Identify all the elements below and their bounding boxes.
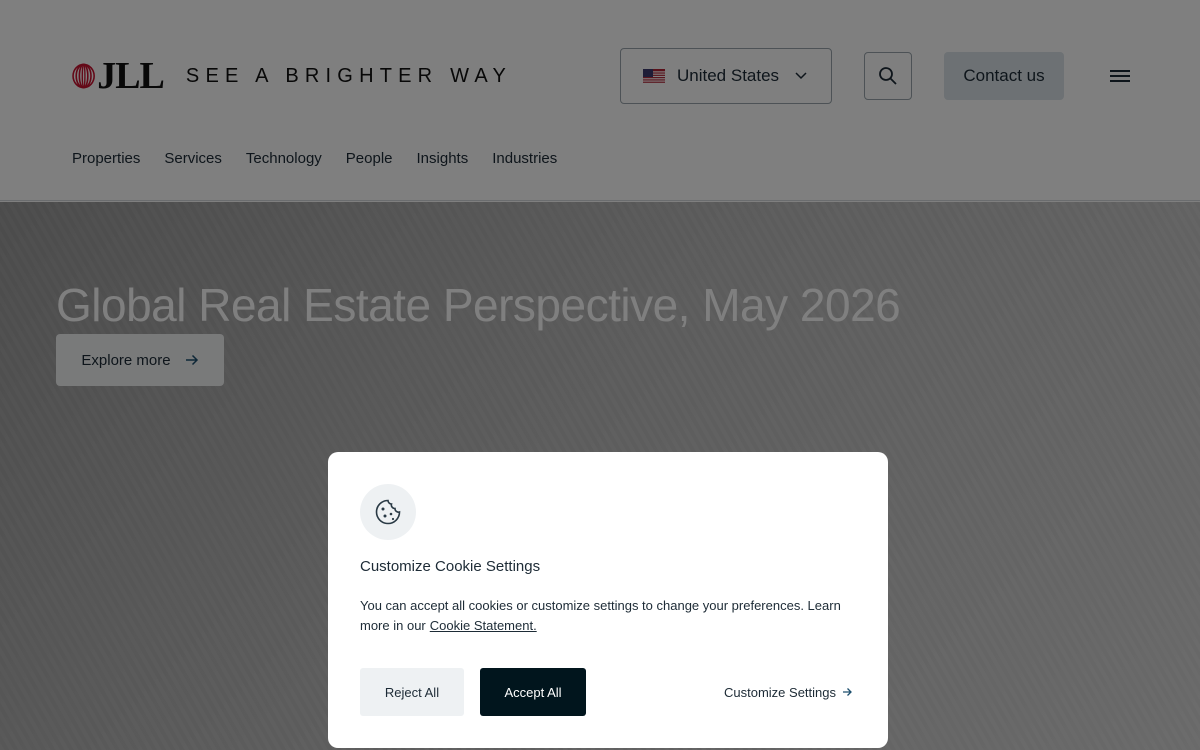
customize-settings-link[interactable]: Customize Settings xyxy=(724,682,852,702)
cookie-dialog-title: Customize Cookie Settings xyxy=(360,558,541,575)
cookie-icon xyxy=(375,499,401,525)
cookie-statement-link[interactable]: Cookie Statement. xyxy=(430,618,537,633)
cookie-dialog-text: You can accept all cookies or customize … xyxy=(360,596,860,636)
customize-settings-label: Customize Settings xyxy=(724,684,836,700)
reject-all-button[interactable]: Reject All xyxy=(360,668,464,716)
accept-all-button[interactable]: Accept All xyxy=(480,668,586,716)
cookie-settings-dialog: Customize Cookie Settings You can accept… xyxy=(328,452,888,748)
arrow-right-icon xyxy=(843,688,852,696)
cookie-icon-badge xyxy=(360,484,416,540)
